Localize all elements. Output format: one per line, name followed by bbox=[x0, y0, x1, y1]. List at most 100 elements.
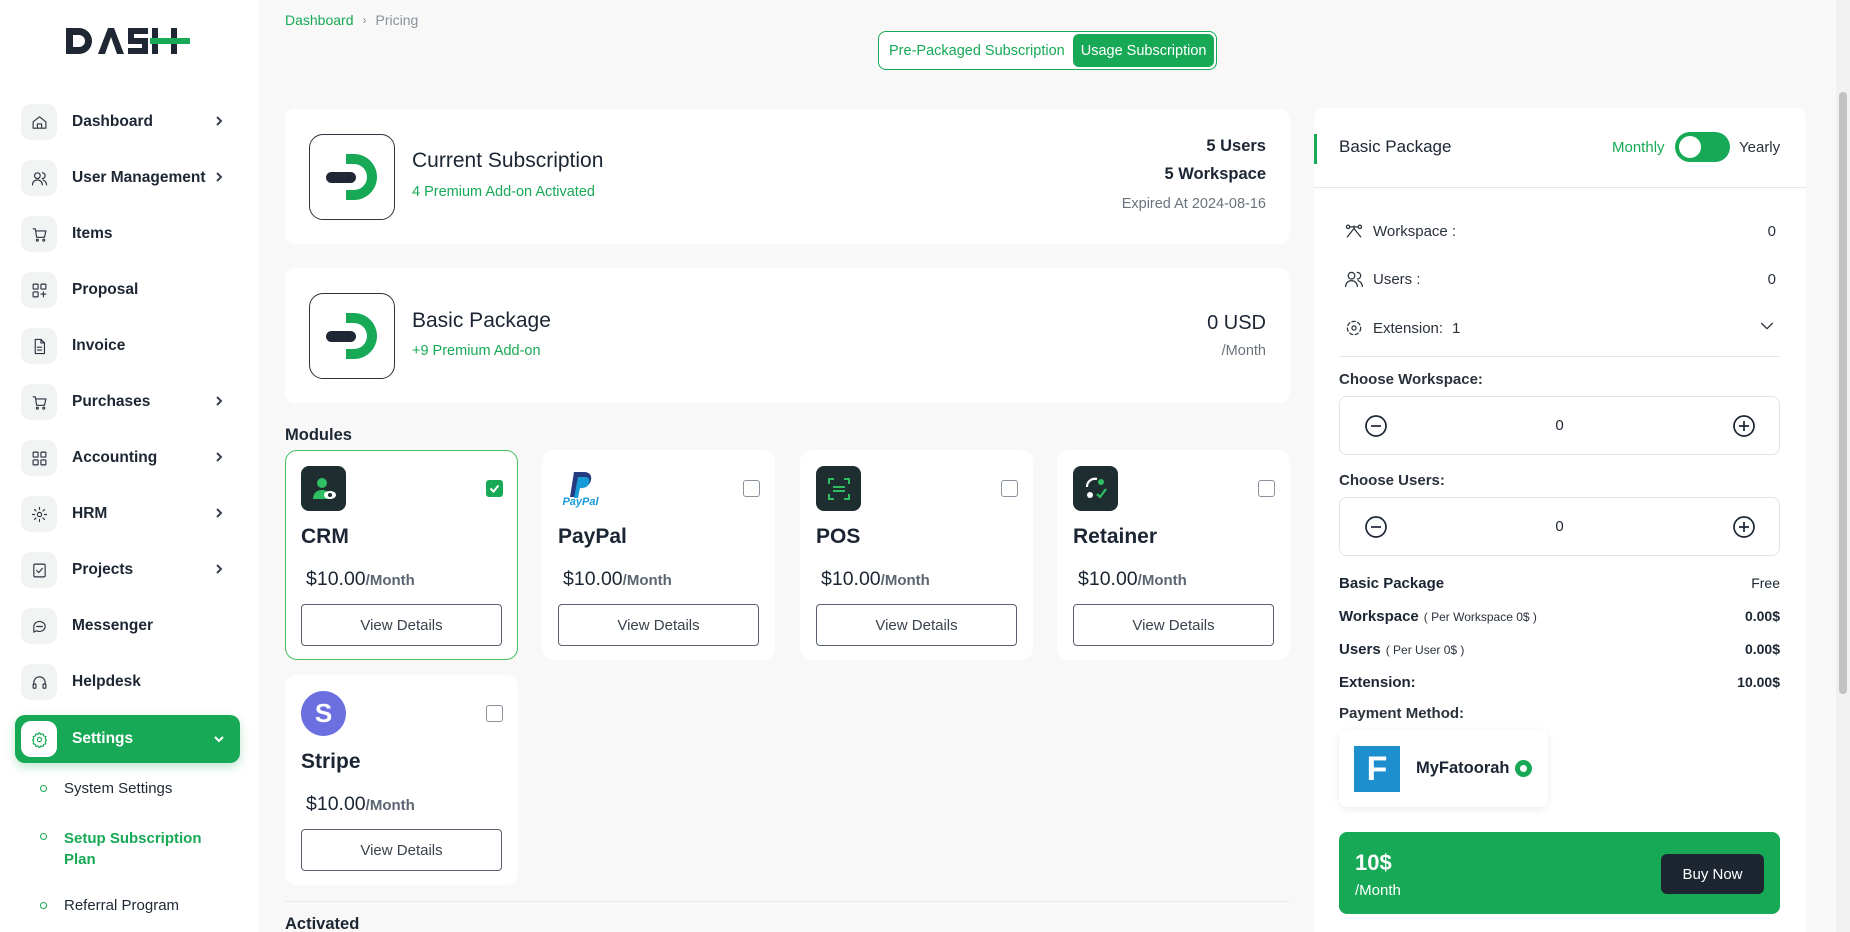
gear-icon bbox=[21, 721, 57, 757]
module-price-period: /Month bbox=[365, 572, 415, 589]
sidebar-item-proposal[interactable]: Proposal bbox=[15, 267, 240, 313]
sidebar-item-projects[interactable]: Projects bbox=[15, 547, 240, 593]
view-details-button[interactable]: View Details bbox=[1073, 604, 1274, 646]
sidebar-item-hrm[interactable]: HRM bbox=[15, 491, 240, 537]
sidebar-item-label: HRM bbox=[72, 505, 108, 522]
sidebar-item-label: Dashboard bbox=[72, 113, 153, 130]
workspace-icon bbox=[1345, 224, 1363, 238]
view-details-button[interactable]: View Details bbox=[301, 829, 502, 871]
workspace-row: Workspace : 0 bbox=[1344, 221, 1776, 241]
chevron-down-icon[interactable] bbox=[1758, 317, 1776, 339]
users-icon bbox=[1345, 271, 1363, 288]
module-checkbox-stripe[interactable] bbox=[486, 705, 503, 722]
hrm-icon bbox=[21, 496, 57, 532]
module-checkbox-pos[interactable] bbox=[1001, 480, 1018, 497]
bullet-icon bbox=[40, 785, 47, 792]
summary-row-basic-package: Basic Package Free bbox=[1339, 575, 1780, 592]
billing-monthly-label[interactable]: Monthly bbox=[1612, 139, 1665, 156]
module-checkbox-retainer[interactable] bbox=[1258, 480, 1275, 497]
sidebar-item-dashboard[interactable]: Dashboard bbox=[15, 99, 240, 145]
basic-package-period: /Month bbox=[1221, 343, 1266, 359]
payment-method-label: Payment Method: bbox=[1339, 705, 1465, 722]
module-card-paypal[interactable]: PayPal PayPal $10.00/Month View Details bbox=[542, 450, 775, 660]
summary-row-users: Users ( Per User 0$ ) 0.00$ bbox=[1339, 641, 1780, 658]
sidebar-subitem-label: Setup Subscription Plan bbox=[64, 830, 202, 868]
sidebar-item-messenger[interactable]: Messenger bbox=[15, 603, 240, 649]
summary-note: ( Per Workspace 0$ ) bbox=[1423, 610, 1537, 624]
users-stepper: 0 bbox=[1339, 497, 1780, 556]
sidebar-item-label: Settings bbox=[72, 730, 134, 747]
basic-package-addons: +9 Premium Add-on bbox=[412, 343, 541, 359]
sidebar-item-label: Items bbox=[72, 225, 113, 242]
current-subscription-card: Current Subscription 4 Premium Add-on Ac… bbox=[285, 109, 1290, 244]
workspace-stepper-value[interactable]: 0 bbox=[1340, 417, 1779, 434]
sidebar-item-helpdesk[interactable]: Helpdesk bbox=[15, 659, 240, 705]
sidebar-item-items[interactable]: Items bbox=[15, 211, 240, 257]
crm-icon bbox=[301, 466, 346, 511]
sidebar-item-accounting[interactable]: Accounting bbox=[15, 435, 240, 481]
module-card-pos[interactable]: POS $10.00/Month View Details bbox=[800, 450, 1033, 660]
accounting-icon bbox=[21, 440, 57, 476]
payment-radio[interactable] bbox=[1515, 760, 1532, 777]
view-details-button[interactable]: View Details bbox=[301, 604, 502, 646]
module-checkbox-crm[interactable] bbox=[486, 480, 503, 497]
chevron-right-icon bbox=[212, 562, 226, 576]
scrollbar-thumb[interactable] bbox=[1839, 92, 1847, 694]
dash-logo[interactable] bbox=[64, 26, 190, 61]
choose-users-label: Choose Users: bbox=[1339, 472, 1445, 489]
myfatoorah-logo-icon: F bbox=[1354, 746, 1400, 792]
sidebar-item-user-management[interactable]: User Management bbox=[15, 155, 240, 201]
workspace-value: 0 bbox=[1767, 222, 1776, 240]
breadcrumb-current: Pricing bbox=[375, 12, 419, 28]
module-card-crm[interactable]: CRM $10.00/Month View Details bbox=[285, 450, 518, 660]
projects-icon bbox=[21, 552, 57, 588]
page-scrollbar[interactable] bbox=[1836, 0, 1850, 932]
plus-circle-icon[interactable] bbox=[1732, 515, 1756, 539]
sidebar-subitem-setup-subscription-plan[interactable]: Setup Subscription Plan bbox=[40, 828, 215, 870]
breadcrumb-dashboard-link[interactable]: Dashboard bbox=[285, 12, 354, 28]
sidebar-subitem-system-settings[interactable]: System Settings bbox=[40, 780, 172, 797]
module-name: CRM bbox=[301, 525, 349, 548]
view-details-button[interactable]: View Details bbox=[558, 604, 759, 646]
sidebar-item-settings[interactable]: Settings bbox=[15, 715, 240, 763]
summary-value: Free bbox=[1751, 575, 1780, 591]
payment-option-myfatoorah[interactable]: F MyFatoorah bbox=[1339, 730, 1548, 807]
module-name: POS bbox=[816, 525, 861, 548]
divider bbox=[285, 901, 1290, 902]
panel-header: Basic Package Monthly Yearly bbox=[1314, 108, 1806, 188]
users-label: Users : bbox=[1373, 270, 1421, 288]
module-price-amount: $10.00 bbox=[306, 793, 366, 815]
module-card-retainer[interactable]: Retainer $10.00/Month View Details bbox=[1057, 450, 1290, 660]
tab-pre-packaged-subscription[interactable]: Pre-Packaged Subscription bbox=[881, 34, 1073, 67]
sidebar-subitem-label: System Settings bbox=[64, 780, 173, 797]
sidebar-item-invoice[interactable]: Invoice bbox=[15, 323, 240, 369]
module-price-period: /Month bbox=[365, 797, 415, 814]
stripe-logo-text: S bbox=[314, 698, 333, 728]
stripe-icon: S bbox=[301, 691, 346, 736]
subscription-expiry: Expired At 2024-08-16 bbox=[1121, 196, 1266, 212]
extension-row[interactable]: Extension: 1 bbox=[1344, 317, 1776, 339]
users-stepper-value[interactable]: 0 bbox=[1340, 518, 1779, 535]
buy-now-button[interactable]: Buy Now bbox=[1661, 854, 1764, 894]
package-logo-icon bbox=[309, 134, 395, 220]
sidebar-subitem-referral-program[interactable]: Referral Program bbox=[40, 897, 179, 914]
breadcrumb-separator: › bbox=[362, 13, 367, 27]
headset-icon bbox=[21, 664, 57, 700]
plus-circle-icon[interactable] bbox=[1732, 414, 1756, 438]
summary-note: ( Per User 0$ ) bbox=[1385, 643, 1465, 657]
module-price-period: /Month bbox=[1137, 572, 1187, 589]
subscription-users: 5 Users bbox=[1206, 137, 1266, 155]
summary-value: 0.00$ bbox=[1744, 641, 1780, 657]
billing-yearly-label[interactable]: Yearly bbox=[1739, 139, 1780, 156]
module-checkbox-paypal[interactable] bbox=[743, 480, 760, 497]
view-details-button[interactable]: View Details bbox=[816, 604, 1017, 646]
extension-icon bbox=[1346, 320, 1362, 336]
billing-period-toggle[interactable] bbox=[1675, 132, 1730, 162]
chevron-right-icon bbox=[212, 114, 226, 128]
tab-usage-subscription[interactable]: Usage Subscription bbox=[1072, 34, 1215, 67]
sidebar-item-purchases[interactable]: Purchases bbox=[15, 379, 240, 425]
module-price: $10.00/Month bbox=[306, 568, 415, 591]
payment-option-name: MyFatoorah bbox=[1416, 759, 1510, 777]
module-card-stripe[interactable]: S Stripe $10.00/Month View Details bbox=[285, 675, 518, 885]
sidebar: Dashboard User Management Items Proposal… bbox=[0, 0, 258, 932]
